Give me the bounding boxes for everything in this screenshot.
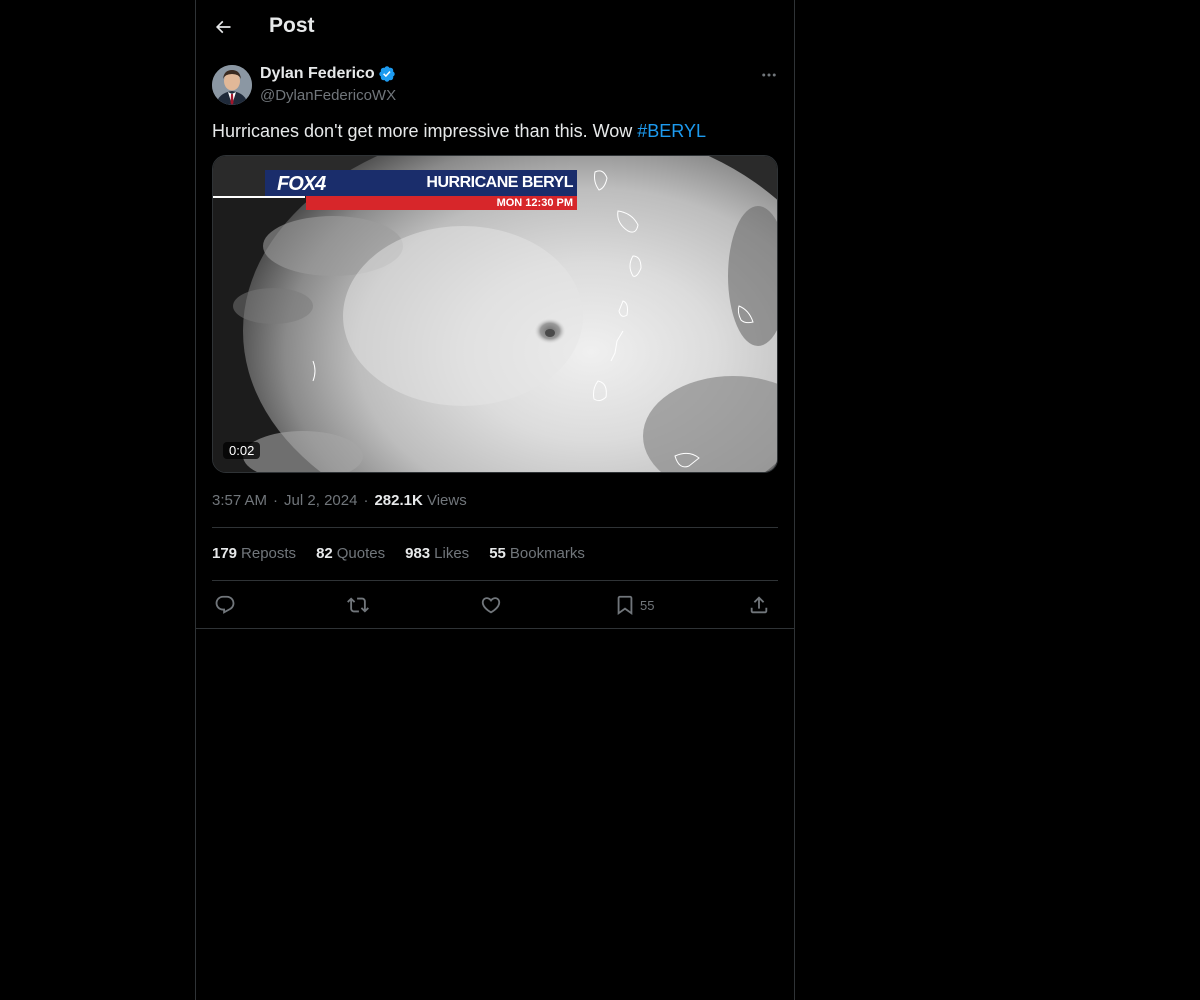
views-count: 282.1K xyxy=(374,492,423,509)
like-button[interactable] xyxy=(480,590,502,620)
action-bar: 55 xyxy=(212,590,778,620)
reposts-label: Reposts xyxy=(241,545,297,562)
post-date[interactable]: Jul 2, 2024 xyxy=(284,492,357,509)
banner-time: MON 12:30 PM xyxy=(496,197,573,209)
more-options-button[interactable] xyxy=(756,62,782,88)
bookmark-count: 55 xyxy=(640,597,655,613)
arrow-left-icon xyxy=(215,20,231,34)
reply-button[interactable] xyxy=(214,590,236,620)
divider xyxy=(212,527,778,528)
like-icon xyxy=(481,597,501,614)
back-button[interactable] xyxy=(206,10,240,44)
quotes-stat[interactable]: 82 Quotes xyxy=(316,545,385,562)
repost-button[interactable] xyxy=(347,590,369,620)
bookmark-button[interactable]: 55 xyxy=(614,590,654,620)
author-name[interactable]: Dylan Federico xyxy=(260,65,396,83)
views-label: Views xyxy=(426,492,467,509)
page-title: Post xyxy=(269,14,315,37)
banner-top: FOX4 HURRICANE BERYL xyxy=(265,170,577,196)
meta-separator: · xyxy=(363,492,369,509)
divider xyxy=(196,628,794,629)
divider xyxy=(212,580,778,581)
banner-bottom: MON 12:30 PM xyxy=(306,196,577,210)
quotes-label: Quotes xyxy=(336,545,386,562)
post-time[interactable]: 3:57 AM xyxy=(212,492,267,509)
bookmark-icon xyxy=(617,595,633,616)
top-bar: Post xyxy=(196,0,794,54)
reposts-stat[interactable]: 179 Reposts xyxy=(212,545,296,562)
avatar[interactable] xyxy=(212,65,252,105)
likes-count: 983 xyxy=(405,545,431,562)
reposts-count: 179 xyxy=(212,545,238,562)
bookmarks-label: Bookmarks xyxy=(509,545,585,562)
news-banner: FOX4 HURRICANE BERYL MON 12:30 PM xyxy=(213,170,577,210)
meta-separator: · xyxy=(273,492,279,509)
post-meta: 3:57 AM · Jul 2, 2024 · 282.1K Views xyxy=(212,492,467,509)
quotes-count: 82 xyxy=(316,545,333,562)
likes-stat[interactable]: 983 Likes xyxy=(405,545,469,562)
author-handle[interactable]: @DylanFedericoWX xyxy=(260,87,396,104)
banner-line xyxy=(213,196,305,198)
banner-title: HURRICANE BERYL xyxy=(426,174,573,191)
reply-icon xyxy=(215,595,235,614)
engagement-stats: 179 Reposts 82 Quotes 983 Likes 55 Bookmarks xyxy=(212,545,585,562)
post-body: Hurricanes don't get more impressive tha… xyxy=(212,121,638,141)
share-icon xyxy=(750,596,768,614)
repost-icon xyxy=(347,597,369,613)
likes-label: Likes xyxy=(434,545,470,562)
fox4-logo: FOX4 xyxy=(277,173,326,195)
post-detail-column: Post Dylan Federico @DylanFedericoWX Hur… xyxy=(195,0,795,1000)
verified-badge-icon xyxy=(378,65,396,83)
views: 282.1K Views xyxy=(374,492,466,509)
more-horizontal-icon xyxy=(762,73,776,77)
bookmarks-count: 55 xyxy=(489,545,506,562)
post-text: Hurricanes don't get more impressive tha… xyxy=(212,120,706,142)
share-button[interactable] xyxy=(748,590,770,620)
video-player[interactable]: FOX4 HURRICANE BERYL MON 12:30 PM 0:02 xyxy=(212,155,778,473)
bookmarks-stat[interactable]: 55 Bookmarks xyxy=(489,545,585,562)
video-duration: 0:02 xyxy=(223,442,261,459)
author-name-text: Dylan Federico xyxy=(260,65,375,82)
avatar-image xyxy=(212,65,252,105)
hashtag-link[interactable]: #BERYL xyxy=(637,121,706,141)
